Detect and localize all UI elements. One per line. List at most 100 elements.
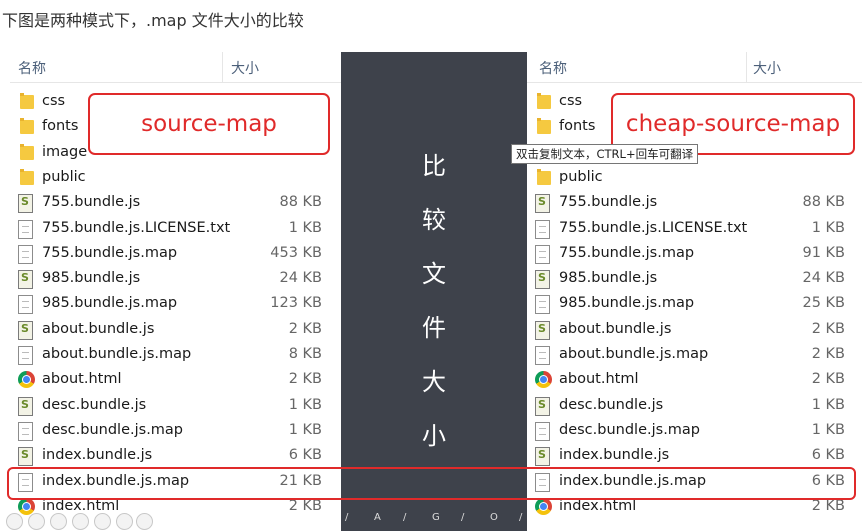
file-name: public [559, 168, 603, 185]
js-file-icon [535, 396, 550, 416]
translate-tooltip: 双击复制文本，CTRL+回车可翻译 [511, 144, 699, 164]
file-name: public [42, 168, 86, 185]
file-name: 985.bundle.js.map [42, 295, 178, 312]
file-item[interactable]: desc.bundle.js 1 KB [527, 394, 862, 419]
file-item[interactable]: 755.bundle.js.LICENSE.txt 1 KB [10, 217, 341, 242]
text-file-icon [535, 219, 550, 239]
file-item[interactable]: 985.bundle.js.map 25 KB [527, 292, 862, 317]
file-item[interactable]: 985.bundle.js.map 123 KB [10, 292, 341, 317]
file-size: 2 KB [288, 497, 322, 514]
column-divider[interactable] [746, 52, 747, 82]
file-size: 1 KB [811, 219, 845, 236]
file-item[interactable]: desc.bundle.js.map 1 KB [527, 419, 862, 444]
js-file-icon [535, 447, 550, 467]
vertical-title-char: 较 [422, 206, 446, 234]
file-name: about.bundle.js.map [559, 346, 709, 362]
file-name: about.bundle.js [42, 320, 155, 337]
file-name: 985.bundle.js [559, 270, 658, 287]
folder-item[interactable]: public [10, 166, 341, 191]
file-name: 755.bundle.js.map [559, 244, 695, 261]
more-icon[interactable] [136, 513, 153, 530]
file-item[interactable]: 755.bundle.js.map 91 KB [527, 242, 862, 267]
zoom-icon[interactable] [94, 513, 111, 530]
folder-icon [20, 93, 34, 109]
edit-icon[interactable] [50, 513, 67, 530]
file-item[interactable]: about.bundle.js 2 KB [10, 318, 341, 343]
file-size: 25 KB [802, 295, 845, 312]
file-item[interactable]: 755.bundle.js.map 453 KB [10, 242, 341, 267]
file-name: css [42, 93, 66, 109]
folder-icon [20, 143, 34, 160]
nav-letter: / [461, 512, 465, 523]
file-item[interactable]: desc.bundle.js 1 KB [10, 394, 341, 419]
column-name-header[interactable]: 名称 [18, 58, 46, 78]
file-item[interactable]: desc.bundle.js.map 1 KB [10, 419, 341, 444]
file-name: 985.bundle.js.map [559, 295, 695, 312]
file-name: desc.bundle.js [559, 396, 664, 413]
rotate-icon[interactable] [28, 513, 45, 530]
file-item[interactable]: index.html 2 KB [527, 495, 862, 520]
prev-icon[interactable] [6, 513, 23, 530]
js-file-icon [535, 194, 550, 214]
file-item[interactable]: about.bundle.js 2 KB [527, 318, 862, 343]
column-divider[interactable] [222, 52, 223, 82]
file-name: 985.bundle.js [42, 270, 141, 287]
js-file-icon [535, 270, 550, 290]
file-item[interactable]: 755.bundle.js 88 KB [527, 191, 862, 216]
file-size: 453 KB [270, 244, 322, 261]
file-name: 755.bundle.js [559, 194, 658, 211]
file-name: 755.bundle.js [42, 194, 141, 211]
file-name: fonts [559, 118, 596, 135]
vertical-title-char: 比 [422, 152, 446, 180]
nav-letter: A [374, 512, 381, 523]
file-item[interactable]: 755.bundle.js 88 KB [10, 191, 341, 216]
text-file-icon [535, 295, 550, 315]
list-header: 名称 ^ 大小 [527, 52, 862, 83]
js-file-icon [18, 320, 33, 340]
text-file-icon [535, 346, 550, 365]
folder-icon [20, 118, 34, 135]
file-size: 1 KB [811, 421, 845, 438]
file-item[interactable]: about.bundle.js.map 2 KB [527, 343, 862, 368]
file-item[interactable]: 755.bundle.js.LICENSE.txt 1 KB [527, 217, 862, 242]
column-size-header[interactable]: 大小 [231, 58, 259, 78]
column-name-header[interactable]: 名称 [539, 58, 567, 78]
file-item[interactable]: 985.bundle.js 24 KB [10, 267, 341, 292]
caption: 下图是两种模式下，.map 文件大小的比较 [2, 11, 304, 30]
copy-icon[interactable] [72, 513, 89, 530]
file-item[interactable]: index.bundle.js 6 KB [10, 444, 341, 469]
file-name: css [559, 93, 583, 109]
file-size: 24 KB [802, 270, 845, 287]
close-icon[interactable] [116, 513, 133, 530]
file-item[interactable]: 985.bundle.js 24 KB [527, 267, 862, 292]
file-item[interactable]: index.bundle.js.map 21 KB [10, 470, 341, 495]
file-item[interactable]: about.html 2 KB [527, 368, 862, 393]
file-name: fonts [42, 118, 79, 135]
file-item[interactable]: index.bundle.js.map 6 KB [527, 470, 862, 495]
text-file-icon [535, 244, 550, 264]
folder-item[interactable]: public [527, 166, 862, 191]
file-name: desc.bundle.js [42, 396, 147, 413]
sort-chevron-icon: ^ [112, 52, 121, 58]
nav-letter: O [490, 512, 498, 523]
file-name: index.bundle.js [42, 447, 153, 464]
vertical-title-char: 大 [422, 368, 446, 396]
file-name: desc.bundle.js.map [559, 421, 701, 438]
file-name: about.bundle.js.map [42, 346, 192, 362]
file-name: index.bundle.js [559, 447, 670, 464]
text-file-icon [535, 421, 550, 441]
text-file-icon [18, 421, 33, 441]
file-size: 2 KB [811, 320, 845, 337]
column-size-header[interactable]: 大小 [753, 58, 781, 78]
file-size: 2 KB [288, 371, 322, 388]
file-item[interactable]: about.html 2 KB [10, 368, 341, 393]
file-size: 1 KB [288, 396, 322, 413]
file-size: 2 KB [288, 320, 322, 337]
text-file-icon [18, 295, 33, 315]
js-file-icon [18, 447, 33, 467]
file-name: image [42, 143, 88, 160]
file-size: 6 KB [288, 447, 322, 464]
file-size: 88 KB [279, 194, 322, 211]
file-item[interactable]: about.bundle.js.map 8 KB [10, 343, 341, 368]
file-item[interactable]: index.bundle.js 6 KB [527, 444, 862, 469]
